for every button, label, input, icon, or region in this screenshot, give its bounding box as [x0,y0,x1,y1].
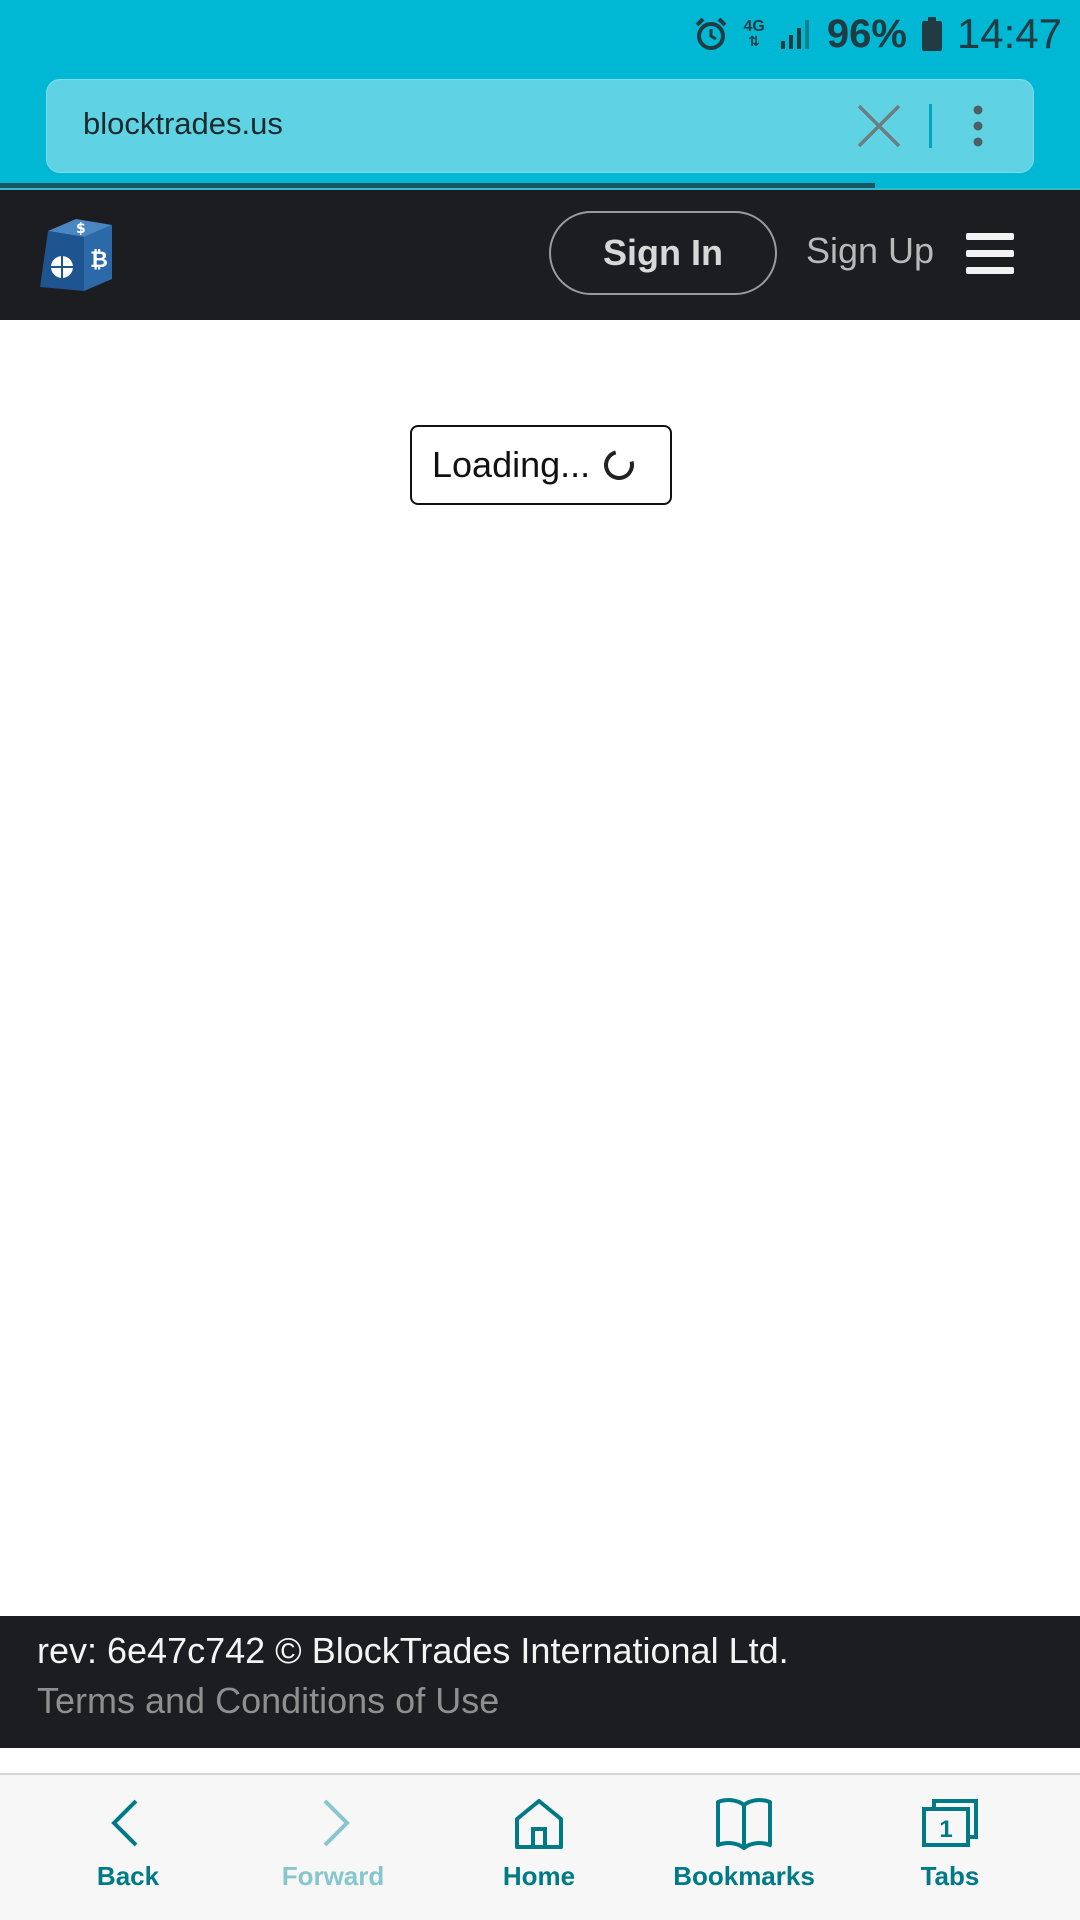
site-header: $ ₿ Sign In Sign Up [0,190,1080,320]
loading-indicator: Loading... [410,425,672,505]
tabs-button[interactable]: 1 Tabs [850,1793,1050,1913]
battery-icon [921,17,942,51]
forward-label: Forward [281,1861,385,1891]
bookmarks-icon [716,1798,772,1850]
address-bar[interactable]: blocktrades.us [46,79,1034,173]
forward-arrow-icon [323,1799,350,1847]
network-type-label: 4G [743,18,765,35]
bookmarks-label: Bookmarks [673,1861,815,1891]
hamburger-menu-icon[interactable] [966,233,1014,275]
forward-button[interactable]: Forward [233,1793,433,1913]
home-button[interactable]: Home [439,1793,639,1913]
loading-text: Loading... [432,444,591,485]
status-icons: 4G ⇅ 96% 14:47 [693,8,1062,60]
sign-in-button[interactable]: Sign In [549,211,777,295]
back-label: Back [96,1861,160,1891]
clock: 14:47 [956,10,1062,57]
tab-count: 1 [939,1816,952,1843]
browser-bottom-nav: Back Forward Home Bookmarks 1 Tabs [0,1773,1080,1920]
site-footer: rev: 6e47c742 © BlockTrades Internationa… [0,1616,1080,1748]
data-arrows-icon: ⇅ [748,33,761,49]
menu-line [966,233,1014,240]
back-button[interactable]: Back [28,1793,228,1913]
sign-up-link[interactable]: Sign Up [806,230,934,272]
tabs-label: Tabs [920,1861,980,1891]
revision-text: rev: 6e47c742 © BlockTrades Internationa… [37,1630,789,1671]
svg-text:$: $ [76,221,86,237]
address-bar-divider [929,104,932,148]
status-bar: 4G ⇅ 96% 14:47 [0,0,1080,68]
url-text[interactable]: blocktrades.us [83,106,283,142]
back-arrow-icon [111,1799,138,1847]
spinner-icon [598,444,640,486]
more-options-icon[interactable] [963,100,993,152]
bookmarks-button[interactable]: Bookmarks [644,1793,844,1913]
battery-percent: 96% [826,11,907,56]
tabs-icon: 1 [922,1799,978,1847]
terms-link[interactable]: Terms and Conditions of Use [37,1680,499,1722]
home-icon [515,1799,563,1849]
network-indicator: 4G ⇅ [743,18,765,49]
blocktrades-logo[interactable]: $ ₿ [38,215,116,293]
browser-toolbar: blocktrades.us [0,68,1080,188]
alarm-icon [696,17,727,50]
svg-text:₿: ₿ [90,248,108,273]
menu-line [966,250,1014,257]
stop-loading-icon[interactable] [853,100,905,152]
signal-icon [780,20,809,49]
home-label: Home [502,1861,576,1891]
menu-line [966,267,1014,274]
